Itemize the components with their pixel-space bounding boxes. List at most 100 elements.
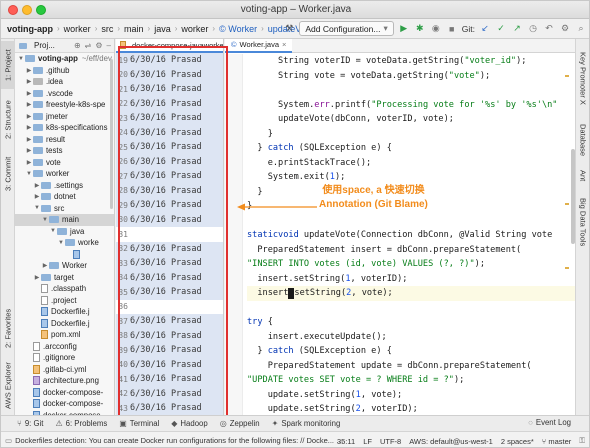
file-encoding[interactable]: UTF-8 xyxy=(380,437,401,446)
close-tab-icon[interactable]: × xyxy=(282,40,286,49)
tree-folder[interactable]: ▶ k8s-specifications xyxy=(15,122,114,134)
tree-folder[interactable]: ▶ vote xyxy=(15,157,114,169)
tree-file[interactable]: architecture.png xyxy=(15,375,114,387)
locate-icon[interactable]: ⊕ xyxy=(74,41,81,50)
chevron-right-icon[interactable]: ▶ xyxy=(33,182,41,189)
tree-folder[interactable]: ▶ Worker xyxy=(15,260,114,272)
status-toggle-icon[interactable]: ▭ xyxy=(5,436,12,445)
code-line[interactable]: updateVote(dbConn, voterID, vote); xyxy=(247,112,577,127)
blame-annotation-row[interactable]: 30 6/30/16 Prasad xyxy=(116,212,223,227)
git-branch-widget[interactable]: ⑂ master xyxy=(542,437,572,446)
search-icon[interactable]: ⌕ xyxy=(575,23,587,35)
run-icon[interactable]: ▶ xyxy=(398,23,410,35)
blame-annotation-row[interactable]: 36 xyxy=(116,299,223,314)
chevron-down-icon[interactable]: ▼ xyxy=(41,217,49,223)
tool-tab-aws-explorer[interactable]: AWS Explorer xyxy=(1,359,15,413)
stop-icon[interactable]: ■ xyxy=(446,23,458,35)
tree-file[interactable]: Dockerfile.j xyxy=(15,318,114,330)
blame-annotation-row[interactable]: 19 6/30/16 Prasad xyxy=(116,53,223,68)
tree-file[interactable]: docker-compose- xyxy=(15,387,114,399)
tree-folder[interactable]: ▶ dotnet xyxy=(15,191,114,203)
tool-tab-hadoop[interactable]: ◆ Hadoop xyxy=(171,419,207,428)
git-update-icon[interactable]: ↙ xyxy=(479,23,491,35)
tree-folder[interactable]: ▶ tests xyxy=(15,145,114,157)
code-line[interactable]: try { xyxy=(247,315,577,330)
code-line[interactable]: } catch (SQLException e) { xyxy=(247,344,577,359)
tree-folder[interactable]: ▶ .idea xyxy=(15,76,114,88)
blame-annotation-row[interactable]: 35 6/30/16 Prasad xyxy=(116,285,223,300)
code-line[interactable]: insert.setString(1, voterID); xyxy=(247,272,577,287)
breadcrumb-class[interactable]: © Worker xyxy=(219,24,257,34)
tool-tab-ant[interactable]: Ant xyxy=(576,165,589,187)
tool-tab-favorites[interactable]: 2: Favorites xyxy=(1,301,15,355)
history-icon[interactable]: ◷ xyxy=(527,23,539,35)
blame-annotation-row[interactable]: 43 6/30/16 Prasad xyxy=(116,401,223,415)
chevron-right-icon[interactable]: ▶ xyxy=(25,113,33,120)
blame-annotation-row[interactable]: 42 6/30/16 Prasad xyxy=(116,386,223,401)
tree-folder[interactable]: ▶ .github xyxy=(15,65,114,77)
blame-annotation-row[interactable]: 39 6/30/16 Prasad xyxy=(116,343,223,358)
code-line[interactable]: static void updateVote(Connection dbConn… xyxy=(247,228,577,243)
chevron-right-icon[interactable]: ▶ xyxy=(25,147,33,154)
tab-worker-java[interactable]: © Worker.java × xyxy=(225,39,293,53)
chevron-right-icon[interactable]: ▶ xyxy=(25,101,33,108)
breadcrumb-java[interactable]: java xyxy=(154,24,171,34)
tool-tab-database[interactable]: Database xyxy=(576,119,589,161)
blame-annotation-row[interactable]: 34 6/30/16 Prasad xyxy=(116,270,223,285)
chevron-right-icon[interactable]: ▶ xyxy=(25,78,33,85)
project-view-selector[interactable]: Proj... xyxy=(34,41,55,50)
git-push-icon[interactable]: ↗ xyxy=(511,23,523,35)
coverage-icon[interactable]: ◉ xyxy=(430,23,442,35)
code-line[interactable]: System. err .printf("Processing vote for '… xyxy=(247,98,577,113)
tree-file[interactable]: docker-compose- xyxy=(15,398,114,410)
warning-marker[interactable] xyxy=(565,267,569,269)
code-line[interactable]: insert.executeUpdate(); xyxy=(247,330,577,345)
blame-annotation-row[interactable]: 37 6/30/16 Prasad xyxy=(116,314,223,329)
indent-setting[interactable]: 2 spaces* xyxy=(501,437,534,446)
warning-marker[interactable] xyxy=(565,203,569,205)
tree-file[interactable]: .classpath xyxy=(15,283,114,295)
hammer-icon[interactable]: ⚒ xyxy=(283,23,295,35)
line-separator[interactable]: LF xyxy=(363,437,372,446)
code-line[interactable] xyxy=(247,214,577,229)
blame-annotation-row[interactable]: 29 6/30/16 Prasad xyxy=(116,198,223,213)
code-line[interactable]: update.setString(2, voterID); xyxy=(247,402,577,415)
breadcrumb-project[interactable]: voting-app xyxy=(7,24,53,34)
debug-icon[interactable]: ✱ xyxy=(414,23,426,35)
tool-tab-project[interactable]: 1: Project xyxy=(1,41,15,89)
code-line[interactable]: } xyxy=(247,127,577,142)
tree-folder[interactable]: ▼ worke xyxy=(15,237,114,249)
caret-position[interactable]: 35:11 xyxy=(337,437,355,446)
tool-tab-problems[interactable]: ⚠ 6: Problems xyxy=(55,419,107,428)
tree-folder[interactable]: ▼ main xyxy=(15,214,114,226)
collapse-icon[interactable]: ⇌ xyxy=(85,41,92,50)
tree-file[interactable]: Dockerfile.j xyxy=(15,306,114,318)
chevron-down-icon[interactable]: ▼ xyxy=(25,171,33,177)
code-line[interactable]: update.setString(1, vote); xyxy=(247,388,577,403)
tree-file[interactable]: .gitignore xyxy=(15,352,114,364)
tree-root[interactable]: ▼ voting-app ~/eff/dev xyxy=(15,53,114,65)
status-message[interactable]: Dockerfiles detection: You can create Do… xyxy=(15,436,345,445)
aws-connection[interactable]: AWS: default@us-west-1 xyxy=(409,437,493,446)
blame-annotation-row[interactable]: 32 6/30/16 Prasad xyxy=(116,241,223,256)
chevron-right-icon[interactable]: ▶ xyxy=(41,262,49,269)
blame-annotation-row[interactable]: 40 6/30/16 Prasad xyxy=(116,357,223,372)
code-line[interactable]: String vote = voteData.getString("vote")… xyxy=(247,69,577,84)
chevron-down-icon[interactable]: ▼ xyxy=(49,228,57,234)
tree-folder[interactable]: ▼ worker xyxy=(15,168,114,180)
tree-folder[interactable]: ▶ freestyle-k8s-spe xyxy=(15,99,114,111)
tree-folder[interactable]: ▼ java xyxy=(15,226,114,238)
blame-annotation-row[interactable]: 23 6/30/16 Prasad xyxy=(116,111,223,126)
breadcrumb-src[interactable]: src xyxy=(101,24,113,34)
code-line[interactable]: } catch (SQLException e) { xyxy=(247,141,577,156)
chevron-down-icon[interactable]: ▼ xyxy=(57,240,65,246)
code-line[interactable] xyxy=(247,83,577,98)
blame-annotation-row[interactable]: 28 6/30/16 Prasad xyxy=(116,183,223,198)
code-line[interactable]: "INSERT INTO votes (id, vote) VALUES (?,… xyxy=(247,257,577,272)
project-scrollbar[interactable] xyxy=(110,59,113,209)
chevron-right-icon[interactable]: ▶ xyxy=(25,136,33,143)
blame-annotation-row[interactable]: 24 6/30/16 Prasad xyxy=(116,125,223,140)
lock-icon[interactable]: ⚿ xyxy=(579,436,585,446)
tool-tab-commit[interactable]: 3: Commit xyxy=(1,151,15,197)
blame-annotation-row[interactable]: 20 6/30/16 Prasad xyxy=(116,67,223,82)
